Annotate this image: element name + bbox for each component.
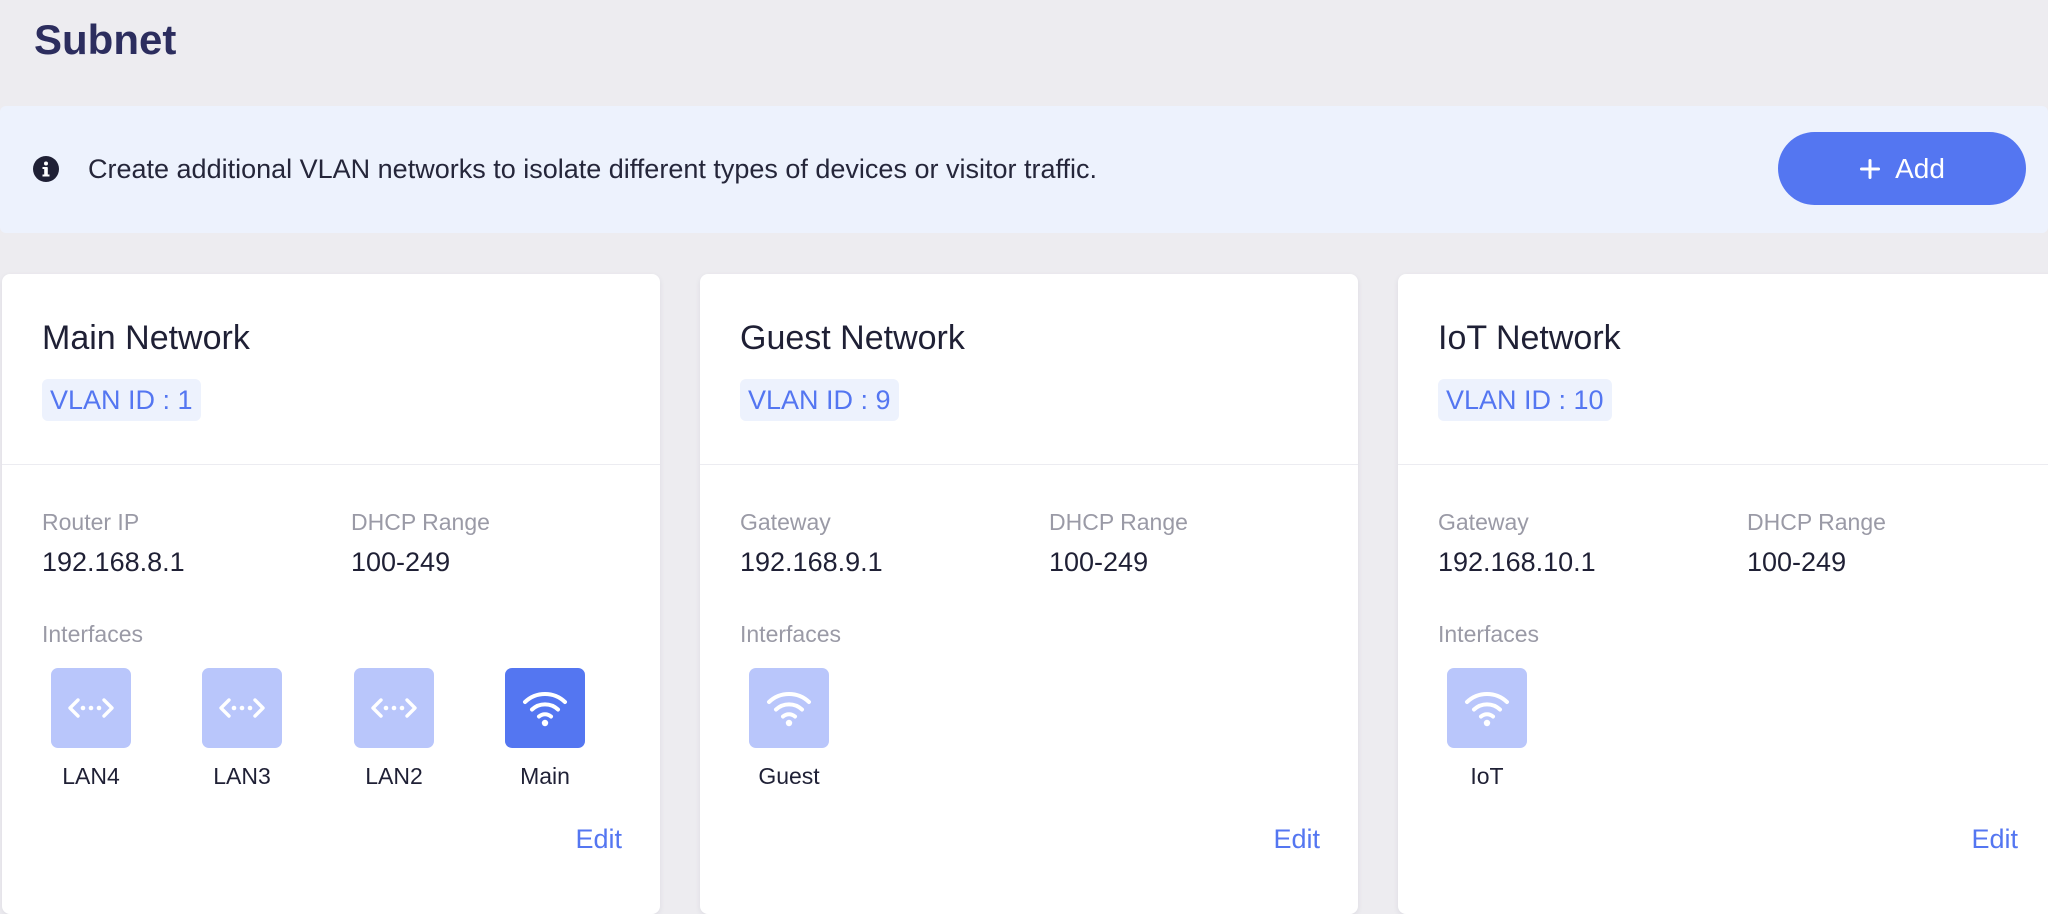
dhcp-label: DHCP Range bbox=[1747, 509, 1886, 535]
dhcp-value: 100-249 bbox=[1049, 547, 1149, 577]
interface-lan2[interactable]: LAN2 bbox=[339, 668, 449, 790]
interface-label: IoT bbox=[1470, 763, 1504, 789]
network-name: IoT Network bbox=[1438, 319, 1621, 357]
interface-iot[interactable]: IoT bbox=[1432, 668, 1542, 790]
network-card-guest: Guest Network VLAN ID : 9 Gateway 192.168.9… bbox=[700, 274, 1358, 914]
interface-label: LAN3 bbox=[213, 763, 271, 789]
interface-tile[interactable] bbox=[51, 668, 131, 748]
dhcp-label: DHCP Range bbox=[1049, 509, 1188, 535]
edit-link[interactable]: Edit bbox=[575, 824, 622, 855]
dhcp-value: 100-249 bbox=[1747, 547, 1847, 577]
interface-label: LAN2 bbox=[365, 763, 423, 789]
interface-tile[interactable] bbox=[354, 668, 434, 748]
interface-tile[interactable] bbox=[202, 668, 282, 748]
add-button[interactable]: Add bbox=[1778, 132, 2026, 205]
wifi-icon bbox=[1463, 688, 1511, 728]
card-header: Guest Network VLAN ID : 9 bbox=[700, 274, 1358, 465]
card-header: IoT Network VLAN ID : 10 bbox=[1398, 274, 2048, 465]
interface-lan3[interactable]: LAN3 bbox=[187, 668, 297, 790]
interface-tile[interactable] bbox=[749, 668, 829, 748]
ip-label: Gateway bbox=[1438, 509, 1529, 535]
page-title: Subnet bbox=[34, 16, 177, 63]
interface-main[interactable]: Main bbox=[490, 668, 600, 790]
interfaces-label: Interfaces bbox=[42, 621, 143, 647]
info-icon bbox=[33, 156, 59, 182]
wifi-icon bbox=[765, 688, 813, 728]
card-header: Main Network VLAN ID : 1 bbox=[2, 274, 660, 465]
vlan-badge: VLAN ID : 1 bbox=[42, 379, 201, 421]
ip-value: 192.168.9.1 bbox=[740, 547, 883, 577]
vlan-badge: VLAN ID : 10 bbox=[1438, 379, 1612, 421]
ip-value: 192.168.10.1 bbox=[1438, 547, 1596, 577]
info-banner: Create additional VLAN networks to isola… bbox=[0, 106, 2048, 233]
network-card-iot: IoT Network VLAN ID : 10 Gateway 192.168.10… bbox=[1398, 274, 2048, 914]
dhcp-label: DHCP Range bbox=[351, 509, 490, 535]
network-name: Main Network bbox=[42, 319, 250, 357]
interfaces-label: Interfaces bbox=[740, 621, 841, 647]
banner-text: Create additional VLAN networks to isola… bbox=[88, 154, 1097, 184]
interface-label: LAN4 bbox=[62, 763, 120, 789]
ethernet-icon bbox=[218, 693, 266, 723]
ip-value: 192.168.8.1 bbox=[42, 547, 185, 577]
interface-label: Guest bbox=[758, 763, 820, 789]
ip-label: Gateway bbox=[740, 509, 831, 535]
network-card-main: Main Network VLAN ID : 1 Router IP 192.168.… bbox=[2, 274, 660, 914]
ethernet-icon bbox=[370, 693, 418, 723]
interface-lan4[interactable]: LAN4 bbox=[36, 668, 146, 790]
vlan-badge: VLAN ID : 9 bbox=[740, 379, 899, 421]
wifi-icon bbox=[521, 688, 569, 728]
edit-link[interactable]: Edit bbox=[1971, 824, 2018, 855]
interface-guest[interactable]: Guest bbox=[734, 668, 844, 790]
interfaces-label: Interfaces bbox=[1438, 621, 1539, 647]
ethernet-icon bbox=[67, 693, 115, 723]
add-button-label: Add bbox=[1895, 152, 1945, 184]
dhcp-value: 100-249 bbox=[351, 547, 451, 577]
plus-icon bbox=[1860, 158, 1881, 179]
ip-label: Router IP bbox=[42, 509, 140, 535]
interface-tile[interactable] bbox=[1447, 668, 1527, 748]
interface-tile[interactable] bbox=[505, 668, 585, 748]
interface-label: Main bbox=[520, 763, 570, 789]
network-name: Guest Network bbox=[740, 319, 965, 357]
edit-link[interactable]: Edit bbox=[1273, 824, 1320, 855]
